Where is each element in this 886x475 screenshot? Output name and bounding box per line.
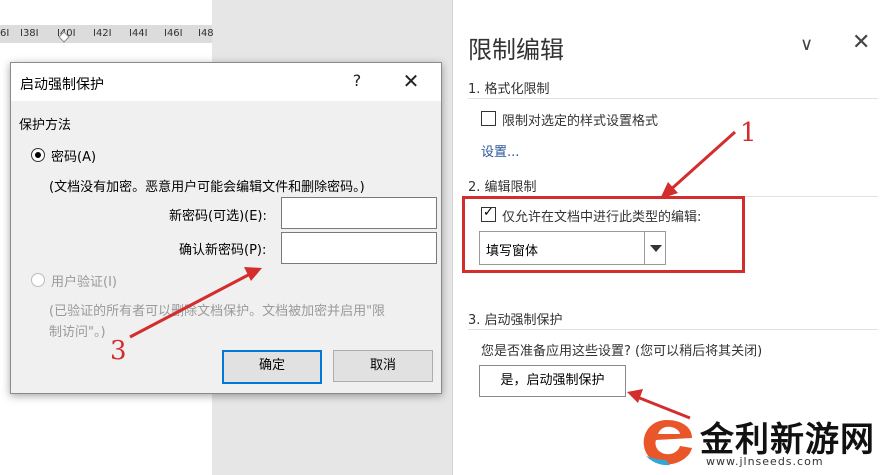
- watermark-url: www.jlnseeds.com: [706, 455, 824, 468]
- arrow-to-editing-restriction: [660, 130, 737, 199]
- watermark-name: 金利新游网: [700, 420, 875, 460]
- arrow-to-password-fields: [129, 267, 262, 339]
- arrow-to-start-button: [627, 389, 691, 420]
- annotation-arrows: [129, 130, 737, 420]
- watermark-logo: [643, 420, 692, 466]
